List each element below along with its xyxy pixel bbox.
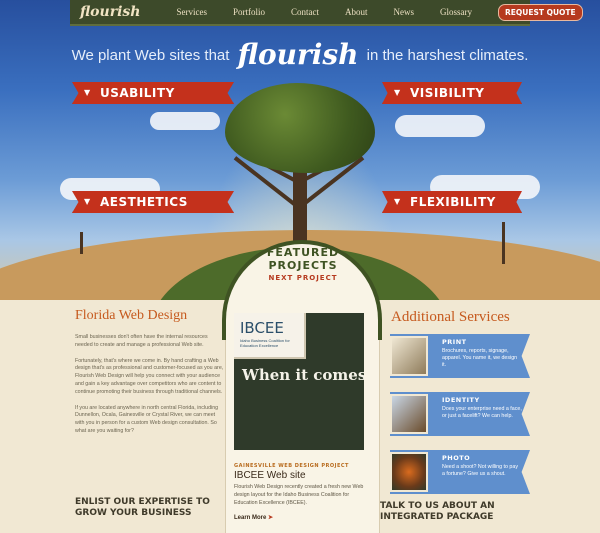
learn-more-label: Learn More bbox=[234, 515, 267, 521]
nav-link-about[interactable]: About bbox=[345, 7, 368, 17]
ibcee-logo-mark: IBCEE bbox=[240, 319, 284, 337]
nav-link-glossary[interactable]: Glossary bbox=[440, 7, 472, 17]
service-description: Need a shoot? Not willing to pay a fortu… bbox=[442, 464, 518, 477]
ribbon-label: VISIBILITY bbox=[410, 86, 485, 100]
intro-column: Florida Web Design Small businesses don'… bbox=[75, 308, 225, 444]
ribbon-label: FLEXIBILITY bbox=[410, 195, 496, 209]
nav-link-news[interactable]: News bbox=[393, 7, 414, 17]
service-title: IDENTITY bbox=[442, 396, 480, 404]
service-photo[interactable]: PHOTO Need a shoot? Not willing to pay a… bbox=[390, 450, 530, 494]
enlist-expertise-link[interactable]: ENLIST OUR EXPERTISE TO GROW YOUR BUSINE… bbox=[75, 497, 225, 519]
learn-more-link[interactable]: Learn More ➤ bbox=[234, 514, 273, 521]
service-description: Brochures, reports, signage, apparel. Yo… bbox=[442, 348, 518, 368]
cloud bbox=[395, 115, 485, 137]
arrow-down-icon: ▼ bbox=[394, 88, 401, 97]
service-print[interactable]: PRINT Brochures, reports, signage, appar… bbox=[390, 334, 530, 378]
top-navigation: flourish Services Portfolio Contact Abou… bbox=[70, 0, 583, 26]
featured-headline: When it comes to education, we m bbox=[242, 366, 364, 384]
tree-left bbox=[80, 232, 83, 254]
print-thumbnail bbox=[390, 336, 428, 376]
featured-heading: FEATURED PROJECTS bbox=[266, 246, 340, 272]
tagline-text-after: in the harshest climates. bbox=[366, 47, 529, 64]
photo-thumbnail bbox=[390, 452, 428, 492]
intro-paragraph: Fortunately, that's where we come in. By… bbox=[75, 357, 224, 395]
ribbon-visibility[interactable]: ▼ VISIBILITY bbox=[382, 82, 522, 104]
nav-link-contact[interactable]: Contact bbox=[291, 7, 319, 17]
project-description: Flourish Web Design recently created a f… bbox=[234, 484, 364, 506]
ribbon-label: AESTHETICS bbox=[100, 195, 188, 209]
tree-crown bbox=[225, 83, 375, 173]
nav-link-portfolio[interactable]: Portfolio bbox=[233, 7, 265, 17]
service-description: Does your enterprise need a face, or jus… bbox=[442, 406, 522, 419]
tree-right bbox=[502, 222, 505, 264]
ribbon-aesthetics[interactable]: ▼ AESTHETICS bbox=[72, 191, 234, 213]
service-title: PHOTO bbox=[442, 454, 471, 462]
featured-title: FEATURED PROJECTS NEXT PROJECT bbox=[238, 246, 368, 282]
arrow-down-icon: ▼ bbox=[394, 197, 401, 206]
next-project-button[interactable]: NEXT PROJECT bbox=[238, 274, 368, 282]
site-logo[interactable]: flourish bbox=[80, 4, 140, 20]
ribbon-flexibility[interactable]: ▼ FLEXIBILITY bbox=[382, 191, 522, 213]
project-kicker: GAINESVILLE WEB DESIGN PROJECT bbox=[234, 463, 349, 469]
tagline-brand: flourish bbox=[237, 38, 359, 71]
nav-link-services[interactable]: Services bbox=[176, 7, 207, 17]
intro-heading: Florida Web Design bbox=[75, 308, 188, 323]
services-heading: Additional Services bbox=[391, 309, 510, 325]
intro-paragraph: If you are located anywhere in north cen… bbox=[75, 404, 219, 434]
ibcee-logo-subtitle: Idaho Business Coalition for Education E… bbox=[240, 338, 290, 348]
arrow-down-icon: ▼ bbox=[84, 197, 91, 206]
project-title[interactable]: IBCEE Web site bbox=[234, 470, 306, 481]
identity-thumbnail bbox=[390, 394, 428, 434]
service-identity[interactable]: IDENTITY Does your enterprise need a fac… bbox=[390, 392, 530, 436]
arrow-right-icon: ➤ bbox=[268, 515, 274, 521]
tagline-text-before: We plant Web sites that bbox=[71, 47, 230, 64]
ibcee-logo: IBCEE Idaho Business Coalition for Educa… bbox=[234, 313, 306, 359]
integrated-package-link[interactable]: TALK TO US ABOUT AN INTEGRATED PACKAGE bbox=[380, 501, 530, 523]
ribbon-label: USABILITY bbox=[100, 86, 175, 100]
arrow-down-icon: ▼ bbox=[84, 88, 91, 97]
intro-paragraph: Small businesses don't often have the in… bbox=[75, 334, 208, 348]
hero-tagline: We plant Web sites that flourish in the … bbox=[0, 38, 600, 71]
request-quote-button[interactable]: REQUEST QUOTE bbox=[497, 3, 583, 21]
ribbon-usability[interactable]: ▼ USABILITY bbox=[72, 82, 234, 104]
service-title: PRINT bbox=[442, 338, 467, 346]
featured-project-image[interactable]: IBCEE Idaho Business Coalition for Educa… bbox=[234, 313, 364, 450]
